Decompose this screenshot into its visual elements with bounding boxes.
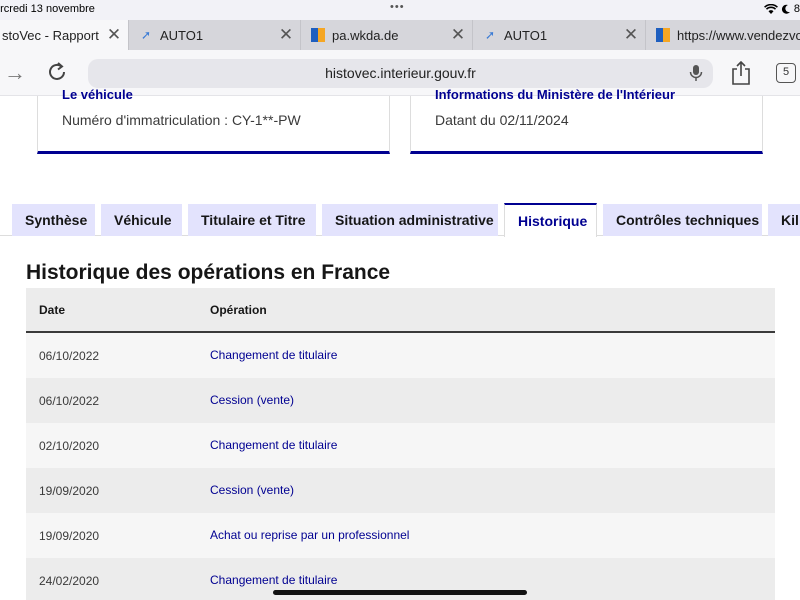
browser-tab-auto1[interactable]: ➚ AUTO1 ✕ bbox=[129, 20, 301, 50]
browser-tab-title: stoVec - Rapport ve bbox=[2, 27, 100, 43]
flag-icon bbox=[311, 28, 325, 42]
table-header: Date Opération bbox=[26, 288, 775, 333]
home-indicator[interactable] bbox=[273, 590, 527, 595]
flag-icon bbox=[656, 28, 670, 42]
page-title: Historique des opérations en France bbox=[26, 261, 391, 284]
row-operation: Changement de titulaire bbox=[210, 348, 338, 362]
status-bar: ercredi 13 novembre ••• 8 bbox=[0, 0, 800, 20]
row-date: 19/09/2020 bbox=[39, 484, 100, 498]
close-tab-icon[interactable]: ✕ bbox=[617, 25, 645, 45]
microphone-icon[interactable] bbox=[689, 64, 703, 87]
tabs-overview-button[interactable]: 5 bbox=[776, 63, 796, 83]
browser-tab-title: AUTO1 bbox=[160, 27, 204, 43]
column-header-operation: Opération bbox=[210, 303, 267, 317]
tab-situation-administrative[interactable]: Situation administrative bbox=[322, 204, 498, 236]
browser-tab-strip: stoVec - Rapport ve ✕ ➚ AUTO1 ✕ pa.wkda.… bbox=[0, 20, 800, 50]
row-operation: Cession (vente) bbox=[210, 393, 295, 407]
battery-percent: 8 bbox=[793, 3, 800, 15]
tab-controles-techniques[interactable]: Contrôles techniques bbox=[603, 204, 762, 236]
tab-synthese[interactable]: Synthèse bbox=[12, 204, 95, 236]
status-date: ercredi 13 novembre bbox=[0, 3, 95, 15]
close-tab-icon[interactable]: ✕ bbox=[100, 25, 128, 45]
tab-kilometrage[interactable]: Kil bbox=[768, 204, 800, 236]
vehicle-card: Le véhicule Numéro d'immatriculation : C… bbox=[37, 87, 390, 154]
ministry-card: Informations du Ministère de l'Intérieur… bbox=[410, 87, 763, 154]
column-header-date: Date bbox=[39, 303, 66, 317]
row-operation: Achat ou reprise par un professionnel bbox=[210, 528, 410, 542]
browser-tab-title: pa.wkda.de bbox=[332, 27, 399, 43]
row-date: 06/10/2022 bbox=[39, 349, 100, 363]
browser-tab-title: AUTO1 bbox=[504, 27, 548, 43]
row-date: 06/10/2022 bbox=[39, 394, 100, 408]
table-row: 06/10/2022 Cession (vente) bbox=[26, 378, 775, 423]
registration-number: Numéro d'immatriculation : CY-1**-PW bbox=[62, 112, 301, 128]
row-operation: Changement de titulaire bbox=[210, 438, 338, 452]
report-tabs: Synthèse Véhicule Titulaire et Titre Sit… bbox=[0, 203, 800, 237]
url-text: histovec.interieur.gouv.fr bbox=[325, 65, 476, 81]
auto1-icon: ➚ bbox=[140, 28, 152, 42]
browser-tab-wkda[interactable]: pa.wkda.de ✕ bbox=[301, 20, 473, 50]
table-row: 19/09/2020 Achat ou reprise par un profe… bbox=[26, 513, 775, 558]
row-date: 02/10/2020 bbox=[39, 439, 100, 453]
browser-tab-title: https://www.vendezvo bbox=[677, 27, 800, 43]
history-table: Date Opération 06/10/2022 Changement de … bbox=[26, 288, 775, 600]
auto1-icon: ➚ bbox=[484, 28, 496, 42]
wifi-icon bbox=[763, 3, 778, 14]
row-date: 24/02/2020 bbox=[39, 574, 100, 588]
card-heading: Le véhicule bbox=[62, 87, 133, 102]
share-icon[interactable] bbox=[731, 60, 751, 90]
tab-vehicule[interactable]: Véhicule bbox=[101, 204, 182, 236]
tab-titulaire[interactable]: Titulaire et Titre bbox=[188, 204, 316, 236]
card-heading: Informations du Ministère de l'Intérieur bbox=[435, 87, 676, 102]
row-operation: Changement de titulaire bbox=[210, 573, 338, 587]
reload-icon[interactable] bbox=[46, 61, 68, 89]
table-row: 19/09/2020 Cession (vente) bbox=[26, 468, 775, 513]
row-date: 19/09/2020 bbox=[39, 529, 100, 543]
table-row: 06/10/2022 Changement de titulaire bbox=[26, 333, 775, 378]
browser-tab-histovec[interactable]: stoVec - Rapport ve ✕ bbox=[0, 20, 129, 50]
address-bar[interactable]: histovec.interieur.gouv.fr bbox=[88, 59, 713, 88]
table-row: 02/10/2020 Changement de titulaire bbox=[26, 423, 775, 468]
data-date: Datant du 02/11/2024 bbox=[435, 112, 569, 128]
row-operation: Cession (vente) bbox=[210, 483, 295, 497]
close-tab-icon[interactable]: ✕ bbox=[444, 25, 472, 45]
browser-tab-vendezvo[interactable]: https://www.vendezvo bbox=[646, 20, 800, 50]
tab-historique[interactable]: Historique bbox=[504, 203, 597, 237]
status-indicators: 8 bbox=[763, 3, 800, 15]
moon-icon bbox=[781, 4, 790, 14]
multitask-dots-icon[interactable]: ••• bbox=[390, 1, 405, 13]
close-tab-icon[interactable]: ✕ bbox=[272, 25, 300, 45]
forward-arrow-icon[interactable]: → bbox=[4, 60, 26, 86]
browser-tab-auto1-2[interactable]: ➚ AUTO1 ✕ bbox=[473, 20, 646, 50]
